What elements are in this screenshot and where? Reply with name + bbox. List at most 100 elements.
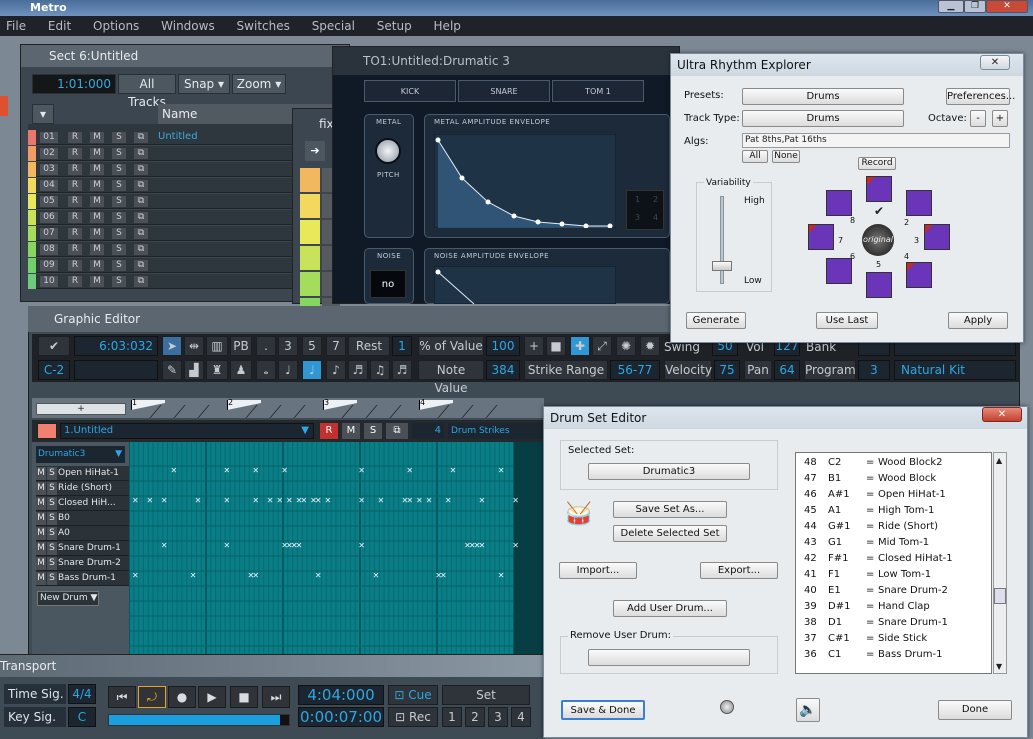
rewind-start-icon[interactable]: ⏮	[108, 686, 136, 708]
tab-tom1[interactable]: TOM 1	[552, 80, 644, 102]
track-mute-button[interactable]: M	[90, 180, 104, 191]
track-solo-button[interactable]: S	[112, 196, 126, 207]
track-mute-button[interactable]: M	[90, 244, 104, 255]
drum-set-close-button[interactable]: ✕	[982, 407, 1022, 422]
selected-set-dropdown[interactable]: Drumatic3	[588, 463, 750, 480]
scroll-down-icon[interactable]: ▼	[996, 662, 1002, 671]
drum-hit[interactable]: ✕	[223, 466, 230, 475]
dotted-button[interactable]: .	[256, 336, 276, 356]
scroll-up-icon[interactable]: ▲	[996, 456, 1002, 465]
sixteenth-note-icon[interactable]: ♬	[348, 360, 368, 380]
drum-hit[interactable]: ✕	[276, 496, 283, 505]
use-last-button[interactable]: Use Last	[816, 312, 878, 329]
generate-button[interactable]: Generate	[686, 312, 746, 329]
menu-edit[interactable]: Edit	[48, 19, 71, 33]
rhythm-pad[interactable]	[808, 224, 834, 250]
output-field[interactable]: Drum Strikes	[448, 423, 542, 439]
preferences-button[interactable]: Preferences...	[946, 88, 1015, 105]
drum-hit[interactable]: ✕	[171, 466, 178, 475]
loop-icon[interactable]: ⤾	[138, 686, 166, 708]
drum-hit[interactable]: ✕	[512, 541, 519, 550]
drum-row[interactable]: M S Snare Drum-2	[36, 556, 129, 571]
transport-position[interactable]: 4:04:000	[298, 685, 384, 705]
septuplet-button[interactable]: 7	[326, 336, 346, 356]
delete-set-button[interactable]: Delete Selected Set	[613, 525, 727, 542]
drum-map-item[interactable]: 37 C#1 = Side Stick	[804, 631, 991, 647]
record-icon[interactable]: ●	[168, 686, 196, 708]
noise-envelope-graph[interactable]	[434, 266, 616, 304]
drum-row[interactable]: M S Bass Drum-1	[36, 571, 129, 586]
track-window-icon[interactable]: ⧉	[134, 164, 148, 175]
velocity-field[interactable]: 75	[714, 360, 740, 380]
drum-hit[interactable]: ✕	[267, 496, 274, 505]
menu-special[interactable]: Special	[312, 19, 355, 33]
drum-hit[interactable]: ✕	[445, 496, 452, 505]
drum-mute-button[interactable]: M	[36, 572, 46, 585]
track-record-button[interactable]: R	[68, 276, 82, 287]
check-button[interactable]: ✔	[38, 336, 70, 356]
drum-hit[interactable]: ✕	[315, 571, 322, 580]
metal-envelope-graph[interactable]	[434, 134, 616, 228]
mute-button[interactable]: M	[342, 423, 360, 439]
tab-snare[interactable]: SNARE	[458, 80, 550, 102]
plus-step-icon[interactable]: +	[524, 336, 544, 356]
octave-minus-button[interactable]: -	[970, 110, 986, 127]
track-color-swatch[interactable]	[37, 423, 57, 439]
drum-mute-button[interactable]: M	[36, 482, 46, 495]
drum-hit[interactable]: ✕	[373, 571, 380, 580]
track-mute-button[interactable]: M	[90, 276, 104, 287]
drum-solo-button[interactable]: S	[47, 482, 57, 495]
menu-setup[interactable]: Setup	[377, 19, 412, 33]
note-value-field[interactable]: 384	[486, 360, 520, 380]
add-note-icon[interactable]: ✚	[570, 336, 590, 356]
menu-options[interactable]: Options	[93, 19, 139, 33]
drum-mute-button[interactable]: M	[36, 527, 46, 540]
ge-position-field[interactable]: 6:03:032	[74, 336, 158, 356]
drum-row[interactable]: M S A0	[36, 526, 129, 541]
drum-solo-button[interactable]: S	[47, 557, 57, 570]
algs-all-button[interactable]: All	[742, 150, 768, 163]
drum-hit[interactable]: ✕	[300, 496, 307, 505]
drum-hit[interactable]: ✕	[132, 496, 139, 505]
drum-hit[interactable]: ✕	[406, 466, 413, 475]
track-window-icon[interactable]: ⧉	[134, 196, 148, 207]
track-window-icon[interactable]: ⧉	[134, 276, 148, 287]
rhythm-pad[interactable]	[826, 258, 852, 284]
locator-4[interactable]: 4	[511, 707, 531, 727]
drum-hit[interactable]: ✕	[358, 541, 365, 550]
kit-field[interactable]: Natural Kit	[894, 360, 1016, 380]
drum-hit[interactable]: ✕	[416, 496, 423, 505]
drum-hit[interactable]: ✕	[325, 496, 332, 505]
locator-2[interactable]: 2	[465, 707, 485, 727]
drum-map-item[interactable]: 43 G1 = Mid Tom-1	[804, 535, 991, 551]
rest-value[interactable]: 1	[392, 336, 412, 356]
gear-icon[interactable]: ✹	[640, 336, 660, 356]
pitch-bend-button[interactable]: PB	[230, 336, 252, 356]
strike-range-field[interactable]: 56-77	[610, 360, 660, 380]
drum-solo-button[interactable]: S	[47, 497, 57, 510]
track-mute-button[interactable]: M	[90, 132, 104, 143]
split-tool-icon[interactable]: ⇹	[184, 336, 204, 356]
rec-button[interactable]: ⊡ Rec	[388, 707, 438, 727]
locator-1[interactable]: 1	[442, 707, 462, 727]
drum-row[interactable]: M S Open HiHat-1	[36, 466, 129, 481]
transport-clock[interactable]: 0:00:07:00	[298, 707, 384, 727]
whole-note-icon[interactable]: 𝅝	[256, 360, 276, 380]
rest-button[interactable]: Rest	[348, 336, 390, 356]
record-button[interactable]: Record	[858, 157, 896, 170]
new-drum-button[interactable]: New Drum ▼	[37, 591, 99, 606]
drum-map-item[interactable]: 46 A#1 = Open HiHat-1	[804, 487, 991, 503]
track-solo-button[interactable]: S	[112, 132, 126, 143]
menu-file[interactable]: File	[6, 19, 26, 33]
drum-solo-button[interactable]: S	[47, 542, 57, 555]
track-solo-button[interactable]: S	[112, 212, 126, 223]
track-window-icon[interactable]: ⧉	[134, 180, 148, 191]
eraser-tool-icon[interactable]: ▟	[184, 360, 204, 380]
drum-hit[interactable]: ✕	[315, 496, 322, 505]
presets-dropdown[interactable]: Drums	[742, 88, 904, 105]
drum-map-item[interactable]: 45 A1 = High Tom-1	[804, 503, 991, 519]
rhythm-close-button[interactable]: ✕	[980, 55, 1010, 70]
track-mute-button[interactable]: M	[90, 148, 104, 159]
drum-map-scroll-thumb[interactable]	[994, 588, 1006, 604]
stop-square-icon[interactable]: ■	[546, 336, 566, 356]
